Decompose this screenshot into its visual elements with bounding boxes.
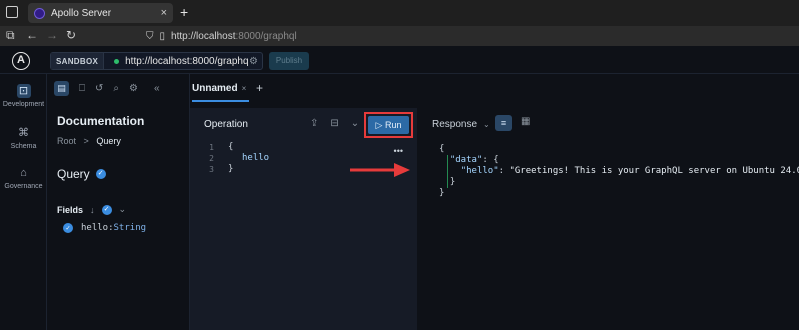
rail-item-development[interactable]: ⊡ Development (0, 84, 47, 108)
browser-navbar: ⧉ ← → ↻ ⛉ ▯ http://localhost:8000/graphq… (0, 26, 799, 46)
field-item-hello[interactable]: ✓ hello: String (63, 223, 146, 233)
apollo-logo-icon[interactable]: A (12, 52, 30, 70)
select-all-check-icon[interactable]: ✓ (101, 204, 112, 215)
response-title-dropdown[interactable]: Response ⌄ (432, 119, 490, 130)
doc-section-title: Query (57, 167, 90, 181)
url-host: http://localhost (171, 30, 236, 42)
json-line: } (439, 188, 445, 198)
connection-status-dot (114, 58, 120, 64)
tab-unnamed-label: Unnamed (192, 83, 238, 94)
close-tab-icon[interactable]: × (161, 7, 167, 19)
share-icon[interactable]: ⇪ (310, 118, 318, 129)
json-punct: } (449, 177, 456, 187)
url-path: :8000/graphql (235, 30, 297, 42)
sandbox-endpoint-bar[interactable]: SANDBOX http://localhost:8000/graphq ⚙ (50, 52, 263, 70)
operation-title: Operation (204, 119, 248, 130)
json-value: "Greetings! This is your GraphQL server … (509, 166, 799, 176)
table-view-icon[interactable]: ▦ (521, 116, 530, 127)
chevron-down-icon[interactable]: ⌄ (351, 118, 359, 129)
check-icon: ✓ (95, 169, 106, 179)
bookmark-icon[interactable]: ⎕ (79, 83, 85, 94)
line-number: 3 (209, 165, 214, 174)
json-line: } (439, 177, 799, 188)
fields-header: Fields ↓ ✓ ⌄ (57, 204, 126, 215)
governance-icon: ⌂ (20, 167, 27, 179)
rail-label-governance: Governance (4, 183, 43, 190)
new-tab-button[interactable]: + (180, 4, 188, 20)
add-tab-button[interactable]: + (256, 81, 263, 95)
editor-line: 1 { (190, 142, 417, 153)
apollo-favicon-icon (34, 7, 45, 19)
browser-tabbar: Apollo Server × + (0, 0, 799, 26)
field-check-icon[interactable]: ✓ (63, 223, 73, 233)
close-tab-icon[interactable]: × (242, 84, 247, 93)
breadcrumb-current: Query (96, 136, 121, 146)
page-icon: ▯ (159, 30, 166, 42)
field-type: String (113, 223, 147, 233)
code-text: hello (242, 153, 270, 163)
breadcrumb: Root > Query (57, 136, 121, 146)
sidebar-toggle-icon[interactable]: ⧉ (6, 28, 15, 43)
save-icon[interactable]: ⊟ (330, 118, 338, 129)
search-icon[interactable]: ⌕ (113, 83, 119, 94)
back-icon[interactable]: ← (26, 28, 38, 42)
response-panel: Response ⌄ ≡ ▦ { "data": { "hello": "Gree… (417, 108, 799, 330)
rail-label-schema: Schema (10, 143, 37, 150)
reload-icon[interactable]: ↻ (66, 28, 76, 42)
field-name: hello: (81, 223, 114, 233)
browser-tab[interactable]: Apollo Server × (28, 3, 173, 23)
browser-tab-title: Apollo Server (51, 7, 112, 19)
json-punct: : { (482, 155, 499, 165)
line-number: 1 (209, 143, 214, 152)
code-text: { (228, 142, 234, 152)
code-text: } (228, 164, 234, 174)
tab-unnamed[interactable]: Unnamed × (192, 74, 249, 102)
publish-button[interactable]: Publish (269, 52, 309, 70)
json-key: "data" (449, 155, 483, 165)
shield-icon: ⛉ (146, 30, 154, 42)
settings-icon[interactable]: ⚙ (129, 83, 138, 94)
response-title: Response (432, 119, 478, 130)
address-bar[interactable]: ⛉ ▯ http://localhost:8000/graphql (146, 28, 786, 44)
breadcrumb-root[interactable]: Root (57, 136, 76, 146)
json-view-icon[interactable]: ≡ (495, 115, 512, 131)
rail-item-governance[interactable]: ⌂ Governance (0, 166, 47, 190)
json-key: "hello" (460, 166, 499, 176)
json-line: "hello": "Greetings! This is your GraphQ… (439, 166, 799, 177)
operation-tabs: Unnamed × + (190, 74, 799, 102)
tab-list-icon[interactable] (6, 6, 18, 18)
operation-panel: Operation ⇪ ⊟ ⌄ ▷ Run ••• 1 { 2 hello 3 … (190, 108, 417, 330)
left-rail: ⊡ Development ⌘ Schema ⌂ Governance (0, 74, 47, 330)
documentation-panel: ▤ ⎕ ↺ ⌕ ⚙ « Documentation Root > Query Q… (47, 74, 190, 330)
json-punct: : (498, 166, 510, 176)
operation-toolbar: ⇪ ⊟ ⌄ (310, 118, 359, 129)
annotation-arrow (350, 163, 410, 177)
chevron-down-icon[interactable]: ⌄ (119, 204, 127, 215)
history-icon[interactable]: ↺ (95, 83, 103, 94)
response-json: { "data": { "hello": "Greetings! This is… (439, 144, 799, 199)
development-icon: ⊡ (16, 84, 31, 98)
json-line: "data": { (439, 155, 799, 166)
sort-arrow-icon[interactable]: ↓ (90, 205, 95, 215)
doc-toolbar: ▤ ⎕ ↺ ⌕ ⚙ « (47, 74, 189, 102)
forward-icon[interactable]: → (46, 28, 58, 42)
rail-item-schema[interactable]: ⌘ Schema (0, 126, 47, 150)
doc-section-query: Query ✓ (57, 167, 106, 181)
gear-icon[interactable]: ⚙ (249, 56, 258, 67)
chevron-down-icon: ⌄ (483, 120, 490, 129)
docs-icon[interactable]: ▤ (54, 80, 69, 96)
schema-icon: ⌘ (18, 127, 29, 139)
endpoint-url[interactable]: http://localhost:8000/graphq (125, 56, 248, 67)
run-button[interactable]: ▷ Run (368, 116, 409, 134)
doc-title: Documentation (57, 114, 145, 128)
rail-label-development: Development (2, 101, 45, 108)
collapse-icon[interactable]: « (154, 83, 160, 94)
sandbox-label: SANDBOX (51, 53, 105, 69)
fields-label: Fields (57, 204, 84, 215)
run-highlight-box: ▷ Run (364, 112, 413, 138)
breadcrumb-separator: > (83, 136, 89, 146)
json-line: { (439, 144, 445, 154)
app-header: A SANDBOX http://localhost:8000/graphq ⚙… (0, 46, 799, 74)
line-number: 2 (209, 154, 214, 163)
